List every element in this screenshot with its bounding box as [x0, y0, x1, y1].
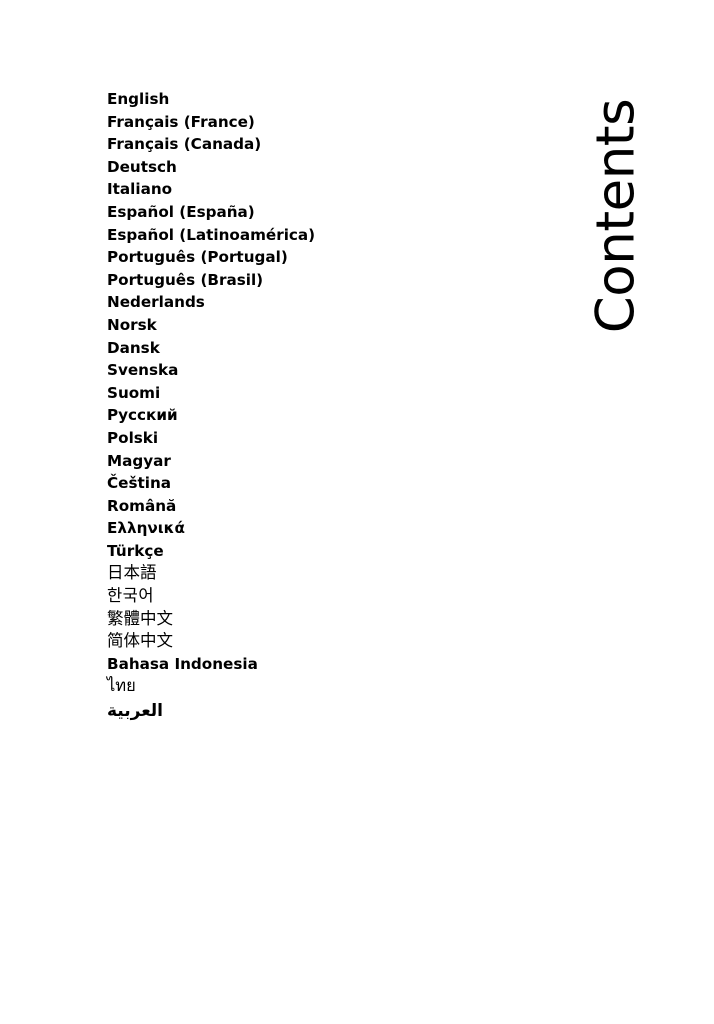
language-list-item[interactable]: 한국어 [107, 585, 547, 608]
language-list-item[interactable]: العربية [107, 698, 547, 724]
language-list-item[interactable]: Ελληνικά [107, 517, 547, 540]
language-list-item[interactable]: Français (Canada) [107, 133, 547, 156]
language-list-item[interactable]: Svenska [107, 359, 547, 382]
language-list-item[interactable]: Polski [107, 427, 547, 450]
language-list-item[interactable]: Nederlands [107, 291, 547, 314]
contents-title-container: Contents [585, 85, 647, 347]
language-list-item[interactable]: English [107, 88, 547, 111]
language-list-item[interactable]: Magyar [107, 450, 547, 473]
contents-page: Contents English Français (France) Françai… [0, 0, 714, 1024]
language-list-item[interactable]: 日本語 [107, 562, 547, 585]
language-list-item[interactable]: Español (España) [107, 201, 547, 224]
language-list-item[interactable]: Dansk [107, 337, 547, 360]
language-list-item[interactable]: Português (Portugal) [107, 246, 547, 269]
language-list-item[interactable]: Türkçe [107, 540, 547, 563]
language-list-item[interactable]: Français (France) [107, 111, 547, 134]
language-list-item[interactable]: Português (Brasil) [107, 269, 547, 292]
language-list-item[interactable]: 繁體中文 [107, 608, 547, 631]
language-list-item[interactable]: 简体中文 [107, 630, 547, 653]
language-list: English Français (France) Français (Canada… [107, 88, 547, 724]
language-list-item[interactable]: Русский [107, 404, 547, 427]
language-list-item[interactable]: Čeština [107, 472, 547, 495]
language-list-item[interactable]: Suomi [107, 382, 547, 405]
language-list-item[interactable]: Italiano [107, 178, 547, 201]
language-list-item[interactable]: Deutsch [107, 156, 547, 179]
language-list-item[interactable]: Norsk [107, 314, 547, 337]
language-list-item[interactable]: Bahasa Indonesia [107, 653, 547, 676]
page-title: Contents [585, 98, 647, 334]
language-list-item[interactable]: Español (Latinoamérica) [107, 224, 547, 247]
language-list-item[interactable]: ไทย [107, 675, 547, 698]
language-list-item[interactable]: Română [107, 495, 547, 518]
